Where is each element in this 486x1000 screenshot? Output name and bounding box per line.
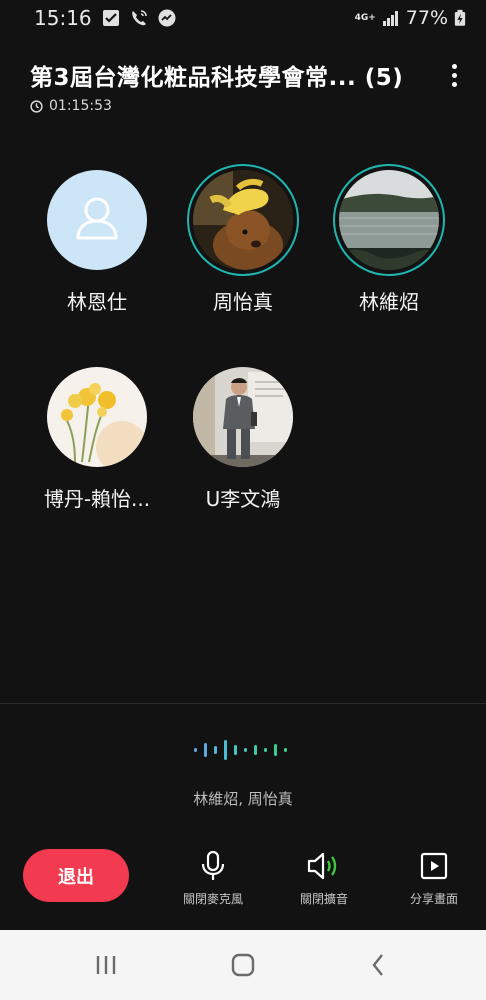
participant-name: 博丹-賴怡... [43, 487, 151, 511]
participant-name: 周怡真 [213, 290, 273, 314]
group-title: 第3屆台灣化粧品科技學會常... (5) [30, 65, 404, 91]
call-duration: 01:15:53 [49, 98, 112, 114]
home-button[interactable] [203, 930, 283, 1000]
avatar [193, 367, 293, 467]
wifi-call-icon [131, 10, 147, 26]
system-nav-bar [0, 930, 486, 1000]
man-in-suit-photo [193, 367, 293, 467]
avatar [339, 170, 439, 270]
participant-tile[interactable]: 周怡真 [168, 164, 318, 315]
participant-name: 林維炤 [359, 290, 419, 314]
yellow-flower-illustration [47, 367, 147, 467]
audio-wave-icon [194, 740, 287, 760]
home-icon [231, 953, 255, 977]
messenger-icon [158, 9, 176, 27]
signal-icon [382, 11, 398, 26]
participant-tile[interactable]: 林恩仕 [22, 170, 172, 315]
participant-tile[interactable]: U李文鴻 [168, 367, 318, 512]
status-bar: 15:16 4G+ 77% [0, 0, 486, 36]
participant-tile[interactable]: 博丹-賴怡... [22, 367, 172, 512]
speaking-ring [187, 164, 299, 276]
battery-charging-icon [454, 9, 466, 26]
participant-tile[interactable]: 林維炤 [314, 164, 464, 315]
call-header: 第3屆台灣化粧品科技學會常... (5) 01:15:53 [30, 58, 460, 114]
lake-landscape-photo [339, 170, 439, 270]
share-screen-icon [420, 852, 448, 880]
recent-apps-button[interactable] [66, 930, 146, 1000]
more-options-icon[interactable] [442, 58, 466, 92]
participant-name: 林恩仕 [67, 290, 127, 314]
status-time: 15:16 [34, 6, 92, 30]
recent-apps-icon [96, 956, 116, 974]
mute-mic-label: 關閉麥克風 [182, 892, 243, 906]
default-person-icon [76, 197, 118, 240]
battery-percent: 77% [405, 7, 448, 29]
speakerphone-button[interactable]: 關閉擴音 [274, 850, 374, 907]
clock-icon [30, 99, 43, 113]
speakerphone-label: 關閉擴音 [299, 892, 348, 906]
active-speakers: 林維炤, 周怡真 [193, 790, 293, 808]
avatar [47, 170, 147, 270]
call-timer: 01:15:53 [30, 98, 112, 114]
check-notification-icon [102, 10, 119, 26]
network-type: 4G+ [354, 12, 376, 23]
speaking-ring [333, 164, 445, 276]
back-icon [372, 954, 383, 976]
section-divider [0, 703, 486, 704]
back-button[interactable] [338, 930, 418, 1000]
avatar [47, 367, 147, 467]
mute-mic-button[interactable]: 關閉麥克風 [163, 850, 263, 907]
share-screen-label: 分享畫面 [409, 892, 458, 906]
avatar [193, 170, 293, 270]
share-screen-button[interactable]: 分享畫面 [384, 850, 484, 907]
participant-name: U李文鴻 [205, 487, 281, 511]
microphone-icon [201, 850, 225, 880]
speaker-icon [307, 852, 337, 880]
dog-with-banana-hat-photo [193, 170, 293, 270]
exit-call-button[interactable]: 退出 [23, 849, 129, 902]
